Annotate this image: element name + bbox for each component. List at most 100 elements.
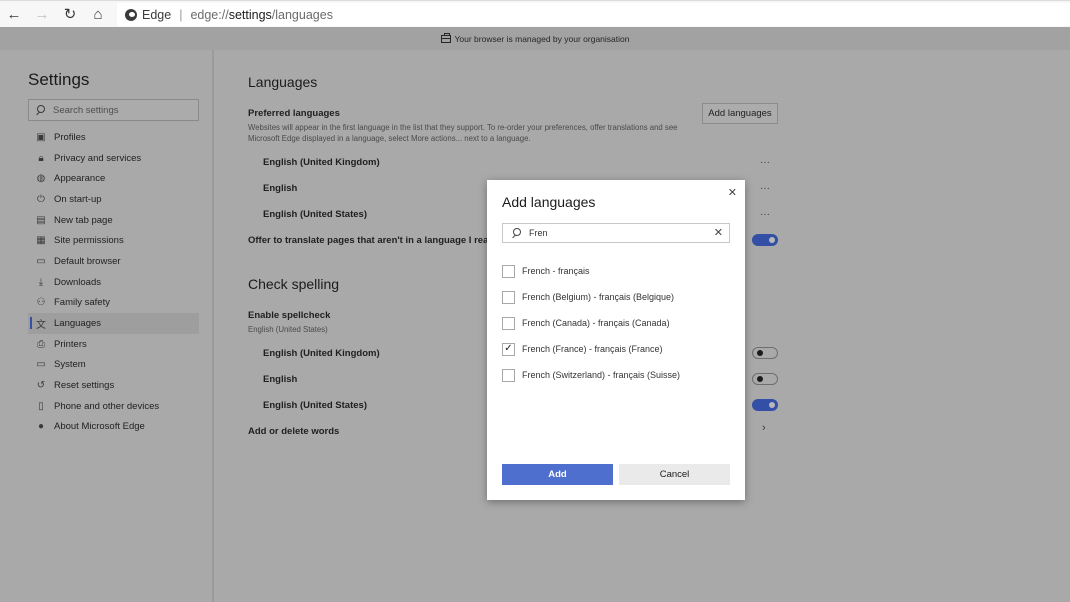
add-languages-button[interactable]: Add languages	[702, 103, 778, 124]
language-options: French - français French (Belgium) - fra…	[502, 258, 680, 388]
add-button[interactable]: Add	[502, 464, 613, 485]
language-option[interactable]: ✓ French (France) - français (France)	[502, 336, 680, 362]
add-delete-words-link[interactable]: Add or delete words	[248, 426, 339, 437]
sidebar-item-privacy[interactable]: 🔒︎ Privacy and services	[28, 148, 199, 169]
search-icon	[511, 228, 521, 238]
sidebar-item-label: Downloads	[54, 276, 101, 288]
site-label: Edge	[142, 7, 172, 22]
sidebar-item-new-tab[interactable]: ▤ New tab page	[28, 210, 199, 231]
sidebar-item-default-browser[interactable]: ▭ Default browser	[28, 251, 199, 272]
sidebar-item-label: Privacy and services	[54, 152, 142, 164]
browser-toolbar: ← → ↻ ⌂ Edge | edge://settings/languages	[0, 0, 1070, 27]
more-actions-icon[interactable]: ···	[758, 184, 772, 194]
checkbox[interactable]	[502, 264, 515, 278]
profiles-icon: ▣	[36, 131, 46, 143]
sidebar-item-about[interactable]: ● About Microsoft Edge	[28, 417, 199, 438]
close-icon[interactable]: ✕	[728, 186, 737, 199]
laptop-icon: ▭	[36, 359, 46, 371]
download-icon: ⤓	[38, 276, 44, 288]
language-option[interactable]: French (Belgium) - français (Belgique)	[502, 284, 680, 310]
page-title: Languages	[248, 74, 318, 90]
spellcheck-toggle-en[interactable]	[752, 373, 778, 385]
sidebar-item-appearance[interactable]: ◍ Appearance	[28, 168, 199, 189]
settings-title: Settings	[28, 70, 90, 89]
spellcheck-language-item: English (United Kingdom)	[263, 348, 380, 359]
phone-icon: ▯	[38, 400, 44, 412]
back-icon[interactable]: ←	[5, 5, 23, 23]
chevron-right-icon[interactable]: ›	[762, 422, 766, 434]
sidebar-item-label: On start-up	[54, 193, 102, 205]
family-icon: ⚇	[36, 297, 46, 309]
clear-search-icon[interactable]: ✕	[714, 226, 723, 239]
languages-icon: 文	[36, 320, 46, 332]
site-permissions-icon: ▦	[36, 235, 46, 247]
offer-translate-toggle[interactable]	[752, 234, 778, 246]
preferred-language-item: English (United Kingdom)	[263, 157, 380, 168]
sidebar-item-system[interactable]: ▭ System	[28, 355, 199, 376]
language-search-input[interactable]: Fren ✕	[502, 223, 730, 243]
spellcheck-language-item: English	[263, 374, 298, 385]
sidebar-item-label: Phone and other devices	[54, 400, 160, 412]
dialog-title: Add languages	[502, 194, 596, 210]
url-suffix: /languages	[271, 7, 333, 22]
language-option[interactable]: French (Switzerland) - français (Suisse)	[502, 362, 680, 388]
preferred-languages-description: Websites will appear in the first langua…	[248, 123, 678, 143]
sidebar-item-phone[interactable]: ▯ Phone and other devices	[28, 396, 199, 417]
enable-spellcheck-sub: English (United States)	[248, 325, 328, 334]
more-actions-icon[interactable]: ···	[758, 210, 772, 220]
spellcheck-language-item: English (United States)	[263, 400, 367, 411]
sidebar-item-startup[interactable]: ⏻ On start-up	[28, 189, 199, 210]
search-settings-input[interactable]: Search settings	[28, 99, 199, 121]
enable-spellcheck-label: Enable spellcheck	[248, 310, 331, 321]
printer-icon: ⎙	[37, 338, 45, 350]
power-icon: ⏻	[37, 193, 45, 205]
sidebar-item-languages[interactable]: 文 Languages	[28, 313, 199, 334]
add-languages-dialog: ✕ Add languages Fren ✕ French - français…	[487, 180, 745, 500]
address-separator: |	[179, 7, 183, 22]
forward-icon[interactable]: →	[33, 5, 51, 23]
search-placeholder: Search settings	[53, 104, 119, 116]
preferred-languages-heading: Preferred languages	[248, 108, 340, 119]
settings-sidebar: Settings Search settings ▣ Profiles 🔒︎ Pri…	[0, 50, 214, 602]
sidebar-item-label: Family safety	[54, 297, 110, 309]
new-tab-icon: ▤	[36, 214, 46, 226]
checkbox[interactable]	[502, 368, 515, 382]
more-actions-icon[interactable]: ···	[758, 158, 772, 168]
managed-banner: Your browser is managed by your organisa…	[0, 27, 1070, 50]
check-spelling-heading: Check spelling	[248, 276, 340, 292]
address-bar[interactable]: Edge | edge://settings/languages	[117, 3, 1070, 26]
language-option-label: French (Canada) - français (Canada)	[522, 318, 670, 328]
sidebar-item-family-safety[interactable]: ⚇ Family safety	[28, 293, 199, 314]
spellcheck-toggle-en-gb[interactable]	[752, 347, 778, 359]
sidebar-item-site-permissions[interactable]: ▦ Site permissions	[28, 230, 199, 251]
language-search-value: Fren	[529, 228, 548, 238]
edge-logo-icon	[125, 8, 137, 21]
url-text: edge://settings/languages	[190, 8, 333, 22]
sidebar-item-label: Profiles	[54, 131, 86, 143]
refresh-icon[interactable]: ↻	[61, 5, 79, 23]
sidebar-item-label: System	[54, 359, 86, 371]
language-option-label: French (Switzerland) - français (Suisse)	[522, 370, 681, 380]
preferred-language-item: English (United States)	[263, 209, 367, 220]
sidebar-item-label: Languages	[54, 318, 102, 330]
home-icon[interactable]: ⌂	[89, 5, 107, 23]
sidebar-item-reset[interactable]: ↺ Reset settings	[28, 375, 199, 396]
palette-icon: ◍	[36, 173, 46, 185]
checkbox-checked[interactable]: ✓	[502, 342, 515, 356]
cancel-button[interactable]: Cancel	[619, 464, 730, 485]
checkbox[interactable]	[502, 290, 515, 304]
reset-icon: ↺	[36, 380, 46, 392]
sidebar-item-downloads[interactable]: ⤓ Downloads	[28, 272, 199, 293]
settings-nav: ▣ Profiles 🔒︎ Privacy and services ◍ Appear…	[28, 127, 199, 437]
language-option[interactable]: French (Canada) - français (Canada)	[502, 310, 680, 336]
sidebar-item-profiles[interactable]: ▣ Profiles	[28, 127, 199, 148]
sidebar-item-label: Appearance	[54, 173, 106, 185]
language-option-label: French (France) - français (France)	[522, 344, 663, 354]
preferred-language-item: English	[263, 183, 298, 194]
spellcheck-toggle-en-us[interactable]	[752, 399, 778, 411]
sidebar-item-printers[interactable]: ⎙ Printers	[28, 334, 199, 355]
language-option[interactable]: French - français	[502, 258, 680, 284]
checkbox[interactable]	[502, 316, 515, 330]
sidebar-item-label: Reset settings	[54, 380, 115, 392]
briefcase-icon	[440, 32, 451, 43]
